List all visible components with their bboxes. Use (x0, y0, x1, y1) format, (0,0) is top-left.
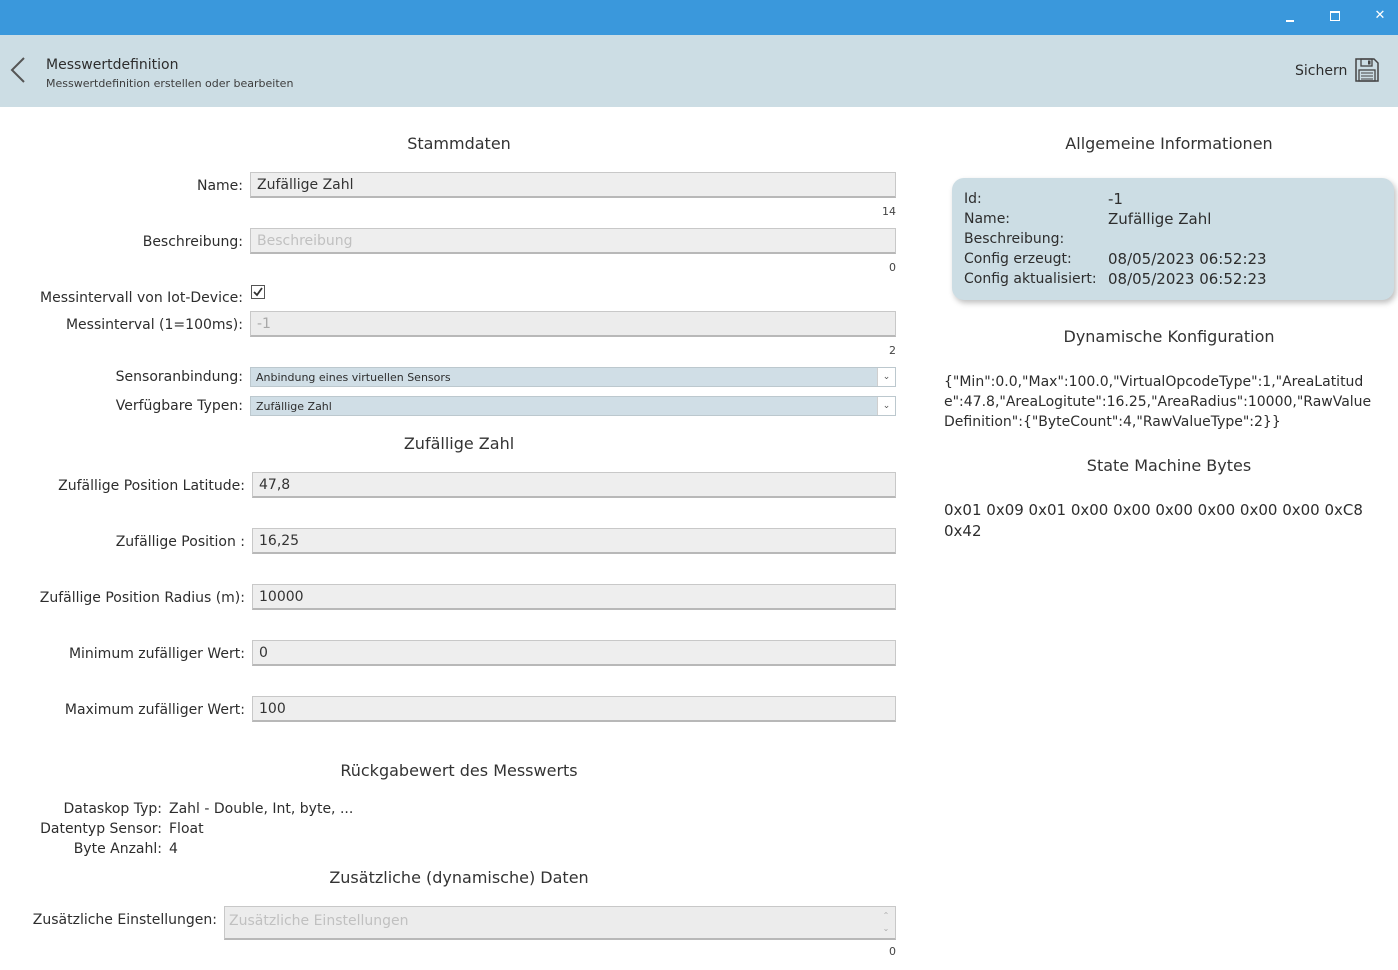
page-title: Messwertdefinition (46, 57, 179, 73)
dataskop-type-label: Dataskop Typ: (63, 801, 163, 817)
maximum-field[interactable]: 100 (252, 696, 896, 722)
longitude-label: Zufällige Position : (115, 534, 245, 550)
interval-label: Messinterval (1=100ms): (65, 317, 243, 333)
name-field[interactable]: Zufällige Zahl (250, 172, 896, 198)
section-title-general-info: Allgemeine Informationen (1065, 134, 1273, 153)
chevron-down-icon: ⌄ (877, 368, 895, 386)
info-id-key: Id: (964, 191, 982, 207)
chevron-down-icon: ⌄ (877, 397, 895, 415)
minimum-field[interactable]: 0 (252, 640, 896, 666)
longitude-field[interactable]: 16,25 (252, 528, 896, 554)
save-button-label: Sichern (1295, 63, 1348, 79)
info-id-value: -1 (1108, 190, 1123, 208)
info-updated-value: 08/05/2023 06:52:23 (1108, 270, 1267, 288)
additional-settings-label: Zusätzliche Einstellungen: (32, 912, 217, 928)
byte-count-value: 4 (169, 841, 178, 857)
section-title-additional-data: Zusätzliche (dynamische) Daten (329, 868, 589, 887)
interval-char-counter: 2 (889, 344, 896, 357)
section-title-dynamic-config: Dynamische Konfiguration (1063, 327, 1275, 346)
radius-label: Zufällige Position Radius (m): (39, 590, 245, 606)
save-button[interactable]: Sichern (1290, 55, 1382, 87)
close-icon[interactable]: ✕ (1370, 6, 1390, 26)
available-types-select[interactable]: Zufällige Zahl ⌄ (250, 396, 896, 416)
maximum-label: Maximum zufälliger Wert: (64, 702, 245, 718)
dataskop-type-value: Zahl - Double, Int, byte, ... (169, 801, 354, 817)
floppy-disk-icon (1355, 58, 1379, 82)
scroll-arrows-icon[interactable]: ⌃ ⌄ (879, 909, 893, 937)
page-header: Messwertdefinition Messwertdefinition er… (0, 35, 1398, 107)
sensor-datatype-value: Float (169, 821, 204, 837)
radius-field[interactable]: 10000 (252, 584, 896, 610)
page-subtitle: Messwertdefinition erstellen oder bearbe… (46, 77, 294, 90)
section-title-stammdaten: Stammdaten (407, 134, 511, 153)
dynamic-config-json: {"Min":0.0,"Max":100.0,"VirtualOpcodeTyp… (944, 374, 1372, 430)
section-title-state-machine: State Machine Bytes (1086, 456, 1252, 475)
available-types-value: Zufällige Zahl (256, 400, 332, 413)
checkmark-icon (253, 287, 263, 297)
general-info-card: Id: -1 Name: Zufällige Zahl Beschreibung… (952, 178, 1394, 300)
minimum-label: Minimum zufälliger Wert: (68, 646, 245, 662)
sensor-binding-label: Sensoranbindung: (115, 369, 243, 385)
info-name-key: Name: (964, 211, 1011, 227)
back-button[interactable] (8, 55, 30, 85)
chevron-left-icon (10, 57, 25, 83)
info-created-key: Config erzeugt: (964, 251, 1072, 267)
iot-interval-label: Messintervall von Iot-Device: (40, 290, 243, 306)
available-types-label: Verfügbare Typen: (115, 398, 243, 414)
name-char-counter: 14 (882, 205, 896, 218)
state-machine-bytes: 0x01 0x09 0x01 0x00 0x00 0x00 0x00 0x00 … (944, 501, 1363, 540)
interval-field[interactable]: -1 (250, 311, 896, 337)
info-name-value: Zufällige Zahl (1108, 210, 1212, 228)
additional-settings-char-counter: 0 (889, 945, 896, 958)
description-field[interactable]: Beschreibung (250, 228, 896, 254)
latitude-field[interactable]: 47,8 (252, 472, 896, 498)
section-title-random-number: Zufällige Zahl (403, 434, 515, 453)
info-created-value: 08/05/2023 06:52:23 (1108, 250, 1267, 268)
description-char-counter: 0 (889, 261, 896, 274)
minimize-icon[interactable] (1280, 6, 1300, 26)
sensor-binding-select[interactable]: Anbindung eines virtuellen Sensors ⌄ (250, 367, 896, 387)
description-label: Beschreibung: (142, 234, 243, 250)
additional-settings-placeholder: Zusätzliche Einstellungen (229, 913, 409, 929)
info-updated-key: Config aktualisiert: (964, 271, 1097, 287)
section-title-return-value: Rückgabewert des Messwerts (340, 761, 578, 780)
additional-settings-field[interactable]: Zusätzliche Einstellungen ⌃ ⌄ (224, 906, 896, 940)
window-titlebar: ✕ (0, 0, 1398, 35)
latitude-label: Zufällige Position Latitude: (58, 478, 245, 494)
sensor-datatype-label: Datentyp Sensor: (40, 821, 162, 837)
sensor-binding-value: Anbindung eines virtuellen Sensors (256, 371, 451, 384)
info-description-key: Beschreibung: (964, 231, 1065, 247)
byte-count-label: Byte Anzahl: (73, 841, 162, 857)
maximize-icon[interactable] (1325, 6, 1345, 26)
iot-interval-checkbox[interactable] (251, 285, 265, 299)
name-label: Name: (196, 178, 243, 194)
